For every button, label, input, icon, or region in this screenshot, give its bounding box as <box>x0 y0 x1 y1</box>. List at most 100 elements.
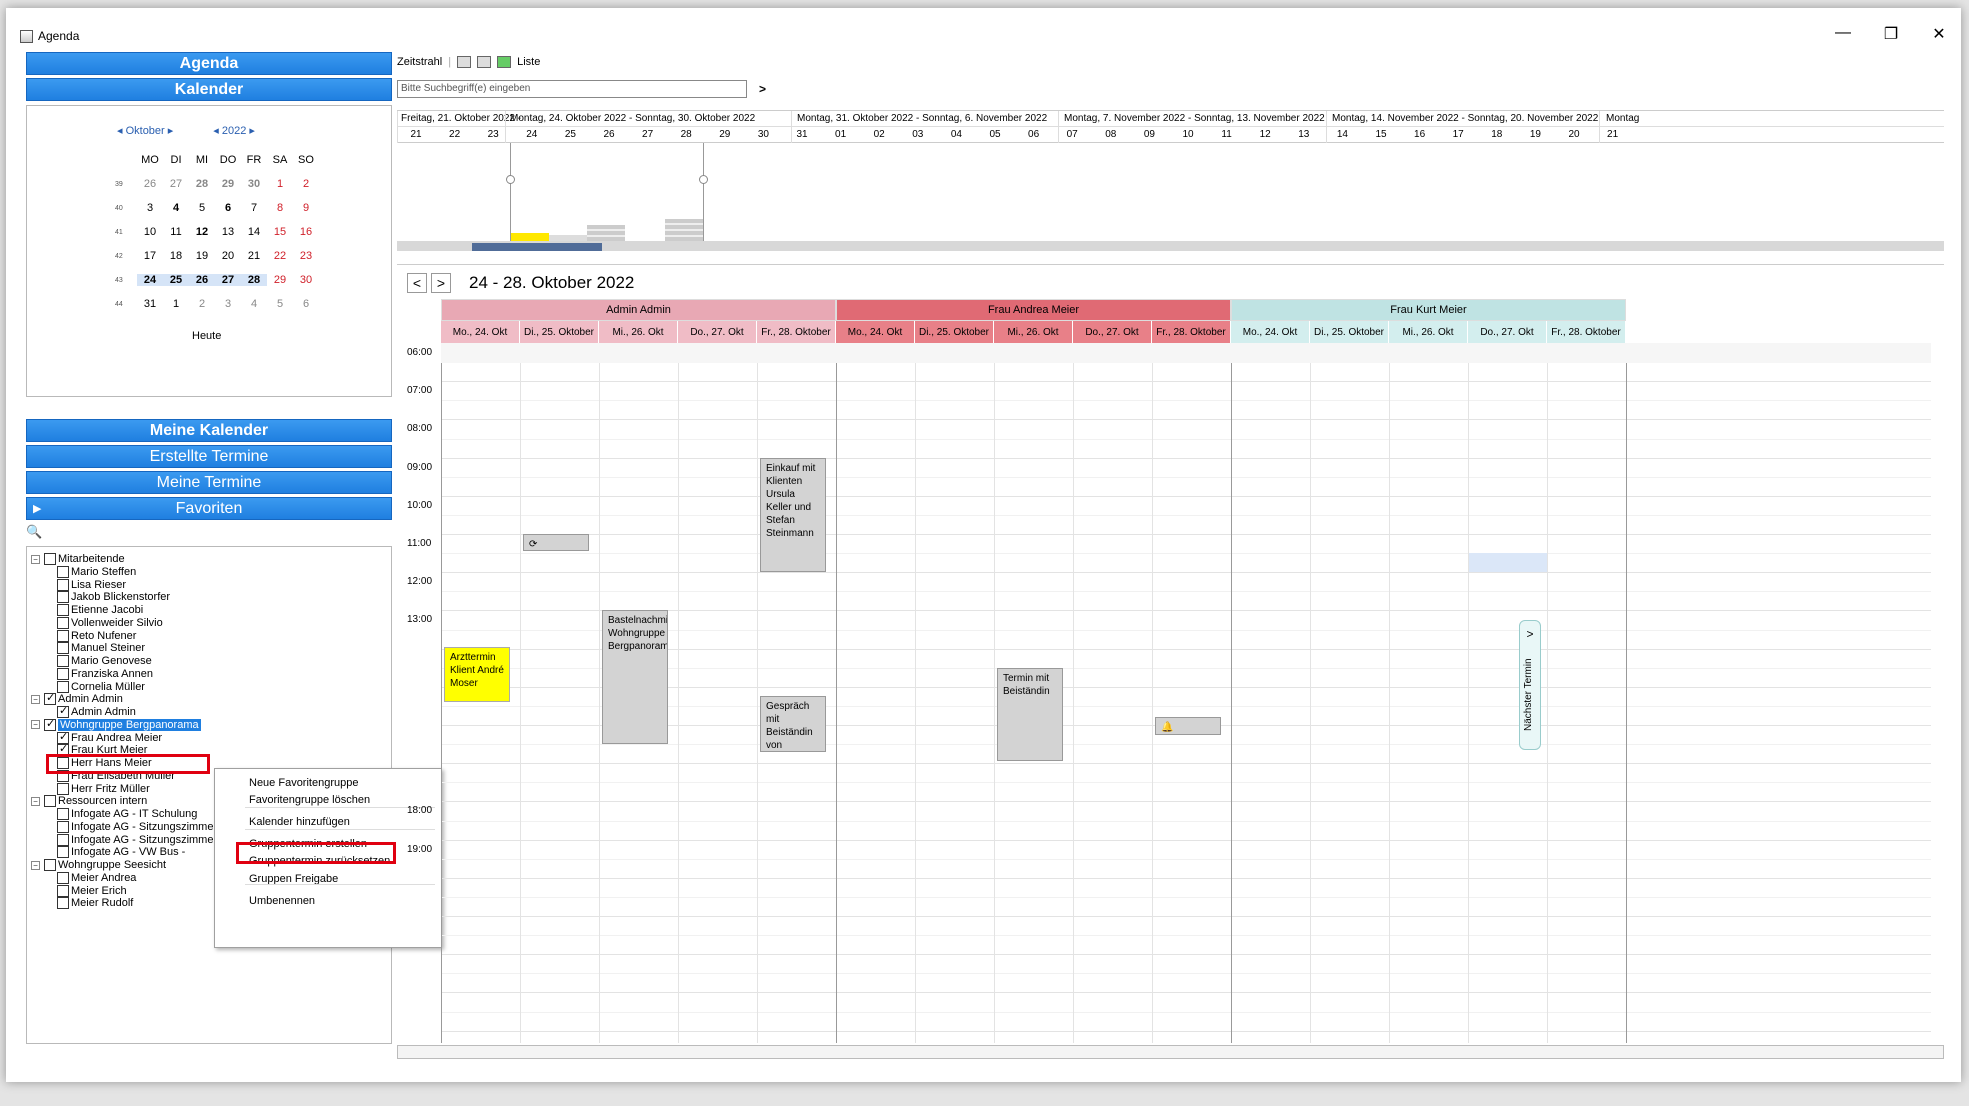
day-header[interactable]: Mo., 24. Okt <box>1231 321 1310 343</box>
calendar-day[interactable]: 22 <box>267 250 293 262</box>
favorites-search[interactable]: 🔍 <box>26 524 392 544</box>
day-header[interactable]: Di., 25. Oktober <box>1310 321 1389 343</box>
year-selector[interactable]: ◂ 2022 ▸ <box>213 124 255 137</box>
context-menu-item[interactable]: Favoritengruppe löschen <box>249 794 370 806</box>
calendar-day[interactable]: 10 <box>137 226 163 238</box>
calendar-day[interactable]: 24 <box>137 274 163 286</box>
appointment[interactable]: Bastelnachmitt Wohngruppe Bergpanorama <box>602 610 668 745</box>
tree-checkbox[interactable] <box>44 859 56 871</box>
tree-checkbox[interactable] <box>44 691 56 706</box>
day-header[interactable]: Mi., 26. Okt <box>994 321 1073 343</box>
calendar-day[interactable]: 1 <box>267 178 293 190</box>
day-header[interactable]: Di., 25. Oktober <box>915 321 994 343</box>
time-grid[interactable]: Einkauf mit Klienten Ursula Keller und S… <box>441 343 1931 1043</box>
meine-kalender-header[interactable]: Meine Kalender <box>26 419 392 442</box>
day-header[interactable]: Mi., 26. Okt <box>599 321 678 343</box>
calendar-day[interactable]: 4 <box>163 202 189 214</box>
tree-expander-icon[interactable]: − <box>31 720 40 730</box>
calendar-day[interactable]: 2 <box>293 178 319 190</box>
today-highlight-cell[interactable] <box>1469 553 1547 572</box>
timeline-range-start-knob[interactable] <box>506 175 515 184</box>
resource-header[interactable]: Frau Kurt Meier <box>1231 299 1626 321</box>
today-button[interactable]: Heute <box>192 330 221 342</box>
appointment[interactable]: 🔔 Kostenguts <box>1155 717 1221 735</box>
calendar-day[interactable]: 27 <box>215 274 241 286</box>
tree-expander-icon[interactable]: − <box>31 554 40 564</box>
timeline-range-end-knob[interactable] <box>699 175 708 184</box>
calendar-day[interactable]: 12 <box>189 226 215 238</box>
export-excel-icon[interactable] <box>497 56 512 68</box>
calendar-day[interactable]: 6 <box>293 298 319 310</box>
timeline-range-start-handle[interactable] <box>510 143 511 241</box>
tree-expander-icon[interactable]: − <box>31 694 40 704</box>
appointment[interactable]: Termin mit Beiständin <box>997 667 1063 762</box>
calendar-day[interactable]: 30 <box>293 274 319 286</box>
camera-icon[interactable] <box>477 56 492 68</box>
calendar-day[interactable]: 19 <box>189 250 215 262</box>
day-header[interactable]: Do., 27. Okt <box>1468 321 1547 343</box>
calendar-day[interactable]: 11 <box>163 226 189 238</box>
calendar-day[interactable]: 20 <box>215 250 241 262</box>
tree-item[interactable]: Meier Rudolf <box>57 895 133 911</box>
day-header[interactable]: Mi., 26. Okt <box>1389 321 1468 343</box>
tree-checkbox[interactable] <box>57 897 69 910</box>
minimize-button[interactable]: — <box>1833 24 1853 44</box>
calendar-day[interactable]: 28 <box>189 178 215 190</box>
timeline-range-end-handle[interactable] <box>703 143 704 241</box>
timeline-day-label[interactable]: 21 <box>1589 129 1637 140</box>
calendar-day[interactable]: 30 <box>241 178 267 190</box>
timeline-scroll-thumb[interactable] <box>472 243 602 251</box>
calendar-day[interactable]: 28 <box>241 274 267 286</box>
calendar-day[interactable]: 3 <box>137 202 163 214</box>
calendar-day[interactable]: 29 <box>267 274 293 286</box>
horizontal-scrollbar[interactable] <box>397 1045 1944 1059</box>
calendar-day[interactable]: 4 <box>241 298 267 310</box>
next-appointment-tab[interactable]: > Nächster Termin <box>1519 620 1541 750</box>
context-menu-item[interactable]: Umbenennen <box>249 895 315 907</box>
restore-button[interactable]: ❐ <box>1881 24 1901 44</box>
resource-header[interactable]: Frau Andrea Meier <box>836 299 1231 321</box>
day-header[interactable]: Mo., 24. Okt <box>441 321 520 343</box>
calendar-day[interactable]: 14 <box>241 226 267 238</box>
calendar-day[interactable]: 2 <box>189 298 215 310</box>
favoriten-header[interactable]: ▶ Favoriten <box>26 497 392 520</box>
timeline-scrollbar[interactable] <box>397 241 1944 251</box>
resource-header[interactable]: Admin Admin <box>441 299 836 321</box>
day-header[interactable]: Fr., 28. Oktober <box>1152 321 1231 343</box>
calendar-day[interactable]: 26 <box>137 178 163 190</box>
calendar-day[interactable]: 16 <box>293 226 319 238</box>
calendar-day[interactable]: 9 <box>293 202 319 214</box>
meine-termine-header[interactable]: Meine Termine <box>26 471 392 494</box>
calendar-day[interactable]: 7 <box>241 202 267 214</box>
appointment[interactable]: ⟳ Wöchentlic <box>523 534 589 552</box>
erstellte-termine-header[interactable]: Erstellte Termine <box>26 445 392 468</box>
calendar-day[interactable]: 15 <box>267 226 293 238</box>
prev-week-button[interactable]: < <box>407 273 427 293</box>
calendar-day[interactable]: 8 <box>267 202 293 214</box>
tree-checkbox[interactable] <box>44 717 56 731</box>
tree-checkbox[interactable] <box>44 795 56 808</box>
print-icon[interactable] <box>457 56 472 68</box>
calendar-day[interactable]: 17 <box>137 250 163 262</box>
tree-expander-icon[interactable]: − <box>31 860 40 870</box>
calendar-day[interactable]: 27 <box>163 178 189 190</box>
close-button[interactable]: ✕ <box>1929 24 1949 44</box>
agenda-header[interactable]: Agenda <box>26 52 392 75</box>
kalender-header[interactable]: Kalender <box>26 78 392 101</box>
calendar-day[interactable]: 6 <box>215 202 241 214</box>
context-menu-item[interactable]: Kalender hinzufügen <box>249 816 350 828</box>
calendar-day[interactable]: 31 <box>137 298 163 310</box>
calendar-day[interactable]: 5 <box>267 298 293 310</box>
search-input[interactable]: Bitte Suchbegriff(e) eingeben <box>397 80 747 98</box>
calendar-day[interactable]: 21 <box>241 250 267 262</box>
calendar-day[interactable]: 5 <box>189 202 215 214</box>
calendar-day[interactable]: 13 <box>215 226 241 238</box>
calendar-day[interactable]: 29 <box>215 178 241 190</box>
appointment[interactable]: Gespräch mit Beiständin von Samantha De … <box>760 696 826 752</box>
tree-checkbox[interactable] <box>44 553 56 565</box>
day-header[interactable]: Di., 25. Oktober <box>520 321 599 343</box>
zeitstrahl-button[interactable]: Zeitstrahl <box>397 56 442 68</box>
calendar-day[interactable]: 23 <box>293 250 319 262</box>
tree-expander-icon[interactable]: − <box>31 796 40 806</box>
month-selector[interactable]: ◂ Oktober ▸ <box>117 124 173 137</box>
